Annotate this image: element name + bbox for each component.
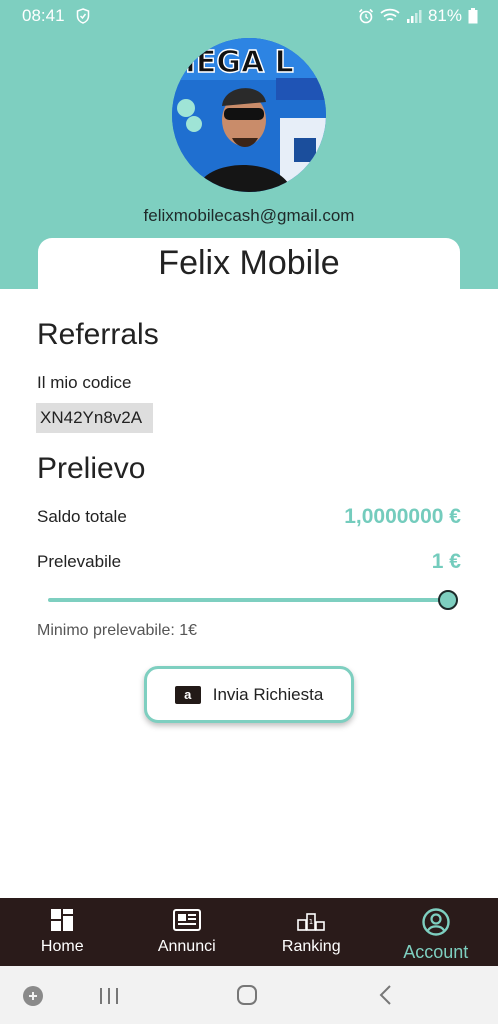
profile-email: felixmobilecash@gmail.com <box>143 206 355 225</box>
withdrawable-label: Prelevabile <box>37 552 122 571</box>
home-button-icon[interactable] <box>236 984 258 1006</box>
withdrawable-value: 1 € <box>431 550 461 573</box>
back-icon[interactable] <box>378 984 394 1006</box>
status-bar: 08:41 81% <box>0 0 498 32</box>
recent-apps-icon[interactable] <box>98 986 120 1006</box>
minimum-withdraw-text: Minimo prelevabile: 1€ <box>37 622 198 639</box>
signal-icon <box>406 10 422 23</box>
bottom-nav: Home Annunci 1 Ranking Account <box>0 898 498 966</box>
nav-item-ranking[interactable]: 1 Ranking <box>249 898 374 966</box>
newspaper-icon <box>172 909 201 931</box>
total-balance-value: 1,0000000 € <box>344 505 461 528</box>
profile-avatar[interactable]: MEGA L <box>172 38 326 192</box>
battery-icon <box>468 8 478 24</box>
total-balance-label: Saldo totale <box>37 507 127 526</box>
withdraw-title: Prelievo <box>37 452 146 485</box>
svg-text:1: 1 <box>309 918 313 926</box>
referral-code[interactable]: XN42Yn8v2A <box>36 403 153 433</box>
alarm-icon <box>358 8 374 24</box>
withdraw-slider-thumb[interactable] <box>438 590 458 610</box>
nav-label-home: Home <box>40 938 84 955</box>
nav-item-home[interactable]: Home <box>0 898 125 966</box>
withdraw-slider-track[interactable] <box>48 598 448 602</box>
home-grid-icon <box>51 909 74 931</box>
game-launcher-icon[interactable] <box>22 985 44 1007</box>
nav-label-account: Account <box>403 942 469 962</box>
send-request-button[interactable]: a Invia Richiesta <box>144 666 354 723</box>
send-request-label: Invia Richiesta <box>212 684 324 704</box>
podium-icon: 1 <box>297 913 326 931</box>
status-time: 08:41 <box>22 6 65 25</box>
account-circle-icon <box>422 908 450 936</box>
battery-percent: 81% <box>427 6 462 25</box>
system-nav-bar <box>0 966 498 1024</box>
shield-check-icon <box>76 8 90 24</box>
nav-label-annunci: Annunci <box>157 938 216 955</box>
wifi-icon <box>380 8 400 21</box>
profile-name: Felix Mobile <box>158 244 340 282</box>
avatar-image: MEGA L <box>172 38 326 192</box>
referrals-title: Referrals <box>37 318 159 351</box>
nav-item-account[interactable]: Account <box>374 898 498 966</box>
nav-item-annunci[interactable]: Annunci <box>125 898 250 966</box>
amazon-icon: a <box>174 685 201 704</box>
code-label: Il mio codice <box>37 373 132 392</box>
nav-label-ranking: Ranking <box>281 938 341 955</box>
